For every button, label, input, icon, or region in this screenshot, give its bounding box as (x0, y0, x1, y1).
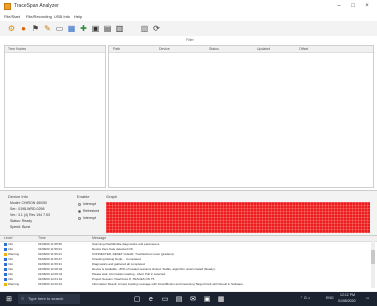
app-logo-icon (4, 3, 11, 10)
tab-filter[interactable]: Filter (186, 38, 194, 42)
column-header[interactable]: Time (38, 236, 46, 241)
settings-icon[interactable]: ⚑ (31, 24, 40, 33)
taskbar-search-placeholder: Type here to search (28, 296, 64, 301)
device-info-title: Device Info (8, 194, 29, 199)
doc-icon[interactable]: ▭ (55, 24, 64, 33)
log-row[interactable]: Info 01/08/20 12:01:10 Project Session: Fl… (0, 277, 370, 281)
clock-date[interactable]: 01/08/2020 (338, 299, 356, 303)
log-row[interactable]: Info 01/08/20 12:00:02 Device is available… (0, 267, 370, 271)
column-header[interactable]: Offset (299, 46, 308, 52)
toolbar: ⚙ ● ⚑ ✎ ▭ ▦ ✚ ▣ ▤ ▥ ▧ ⟳ (0, 21, 377, 37)
menu-usb-info[interactable]: USB Info (54, 14, 70, 19)
info-icon (4, 277, 7, 281)
column-header[interactable]: Level (4, 236, 12, 241)
maximize-button[interactable]: □ (347, 2, 359, 11)
tool-icon[interactable]: ✚ (79, 24, 88, 33)
store-icon[interactable]: ▤ (174, 295, 184, 303)
details-pane: Device Info Model: CHIRON 450/50 Ser.: 0… (0, 190, 377, 236)
log-row[interactable]: Warning 01/08/20 12:02:10 Information Resu… (0, 282, 370, 286)
log-scrollbar[interactable] (371, 240, 375, 288)
radio-option[interactable]: Refreshed (78, 209, 99, 213)
window-title: TraceSpan Analyzer (14, 3, 59, 9)
log-row[interactable]: Info 01/08/20 11:59:31 Diagnostics and gat… (0, 262, 370, 266)
column-header[interactable]: Path (113, 46, 120, 52)
log-row[interactable]: Info 01/08/20 11:59:27 Checking Debug Node… (0, 257, 370, 261)
edge-icon[interactable]: e (146, 295, 156, 303)
app-taskbar-icon[interactable]: ▣ (202, 295, 212, 303)
refresh-icon[interactable]: ⟳ (152, 24, 161, 33)
radio-icon (78, 202, 81, 206)
start-windows-icon[interactable]: ⊞ (4, 295, 14, 303)
open-icon[interactable]: ⚙ (7, 24, 16, 33)
taskbar-search[interactable]: ○ Type here to search (18, 294, 80, 304)
image-icon[interactable]: ▣ (91, 24, 100, 33)
detail-row: Ver.: 3.1 (4) Rev 194 7.53 (10, 213, 50, 217)
enable-title: Enable (77, 194, 90, 199)
app-window: TraceSpan Analyzer – □ × File/Start File… (0, 0, 377, 292)
disk-icon[interactable]: ▤ (103, 24, 112, 33)
radio-option[interactable]: Interrupt (78, 216, 96, 220)
warning-icon (4, 252, 7, 256)
info-icon (4, 272, 7, 276)
record-icon[interactable]: ● (19, 24, 28, 33)
detail-row: Model: CHIRON 450/50 (10, 201, 47, 205)
minimize-button[interactable]: – (333, 2, 345, 11)
tree-panel[interactable]: Tree Nodes (4, 45, 106, 188)
terminal-icon[interactable]: ▦ (216, 295, 226, 303)
title-bar: TraceSpan Analyzer – □ × (0, 0, 377, 13)
device-list-header: Path Device Status Updated Offset (109, 46, 373, 53)
save-icon[interactable]: ▥ (115, 24, 124, 33)
menu-file-start[interactable]: File/Start (4, 14, 20, 19)
detail-row: Speed: Burst (10, 225, 31, 229)
menu-bar: File/Start File/Recording USB Info Help (0, 13, 377, 21)
column-header[interactable]: Message (92, 236, 106, 241)
photo-icon[interactable]: ▧ (140, 24, 149, 33)
activity-graph (106, 202, 370, 233)
column-header[interactable]: Device (159, 46, 170, 52)
info-icon (4, 262, 7, 266)
tray-icons[interactable]: ⌃ ⊡ ♫ (300, 296, 310, 300)
info-icon (4, 242, 7, 246)
info-icon (4, 267, 7, 271)
log-row[interactable]: Warning 01/08/20 11:59:21 CONNECTED, RESET… (0, 252, 370, 256)
radio-option[interactable]: Interrupt (78, 202, 96, 206)
main-area: Filter Tree Nodes Path Device Status Upd… (0, 36, 377, 190)
warning-icon (4, 282, 7, 286)
edit-icon[interactable]: ✎ (43, 24, 52, 33)
task-view-icon[interactable]: ▢ (132, 295, 142, 303)
close-button[interactable]: × (361, 2, 373, 11)
menu-file-recording[interactable]: File/Recording (26, 14, 52, 19)
device-list-panel[interactable]: Path Device Status Updated Offset (108, 45, 374, 188)
taskbar: ⊞ ○ Type here to search ▢ e ▭ ▤ ✉ ▣ ▦ ⌃ … (0, 292, 377, 306)
tree-panel-header: Tree Nodes (5, 46, 105, 53)
log-row[interactable]: Info 01/08/20 11:58:56 Scanning FlashMobil… (0, 242, 370, 246)
graph-title: Graph (106, 194, 118, 199)
language-indicator[interactable]: ENG (326, 296, 334, 300)
graph-icon[interactable]: ▦ (67, 24, 76, 33)
radio-icon (78, 216, 81, 220)
search-icon: ○ (21, 296, 25, 302)
detail-row: Status: Ready (10, 219, 33, 223)
column-header[interactable]: Updated (257, 46, 270, 52)
column-header[interactable]: Status (209, 46, 219, 52)
info-icon (4, 247, 7, 251)
log-row[interactable]: Info 01/08/20 11:59:01 Device Zero-Kate de… (0, 247, 370, 251)
clock-time[interactable]: 12:12 PM (340, 293, 355, 297)
mail-icon[interactable]: ✉ (188, 295, 198, 303)
info-icon (4, 257, 7, 261)
log-pane: Level Time Message Info 01/08/20 11:58:56… (0, 235, 377, 291)
scrollbar-thumb[interactable] (371, 250, 375, 264)
radio-selected-icon (78, 209, 81, 213)
log-row[interactable]: Info 01/08/20 12:00:44 Please wait: inform… (0, 272, 370, 276)
menu-help[interactable]: Help (74, 14, 82, 19)
detail-row: Ser.: 0198-WRD-0298 (10, 207, 45, 211)
file-explorer-icon[interactable]: ▭ (160, 295, 170, 303)
notification-icon[interactable]: ▭ (366, 296, 369, 300)
